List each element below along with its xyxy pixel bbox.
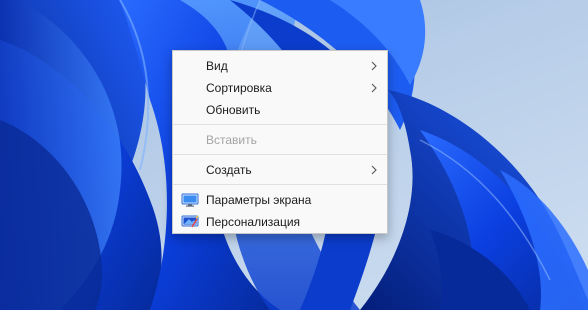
menu-separator bbox=[173, 184, 387, 185]
personalization-icon bbox=[181, 215, 199, 228]
chevron-right-icon bbox=[371, 61, 377, 71]
chevron-right-icon bbox=[371, 165, 377, 175]
menu-item-refresh[interactable]: Обновить bbox=[173, 99, 387, 121]
menu-separator bbox=[173, 124, 387, 125]
menu-item-personalization[interactable]: Персонализация bbox=[173, 211, 387, 233]
menu-item-label: Вид bbox=[206, 59, 228, 73]
menu-item-label: Вставить bbox=[206, 133, 257, 147]
chevron-right-icon bbox=[371, 83, 377, 93]
display-settings-icon bbox=[181, 193, 199, 207]
menu-separator bbox=[173, 154, 387, 155]
desktop[interactable]: Вид Сортировка Обновить Вставить Создать bbox=[0, 0, 588, 310]
menu-item-paste: Вставить bbox=[173, 129, 387, 151]
context-menu: Вид Сортировка Обновить Вставить Создать bbox=[172, 50, 388, 234]
menu-item-display-settings[interactable]: Параметры экрана bbox=[173, 189, 387, 211]
menu-item-label: Обновить bbox=[206, 103, 261, 117]
menu-item-view[interactable]: Вид bbox=[173, 55, 387, 77]
menu-item-label: Создать bbox=[206, 163, 252, 177]
menu-item-new[interactable]: Создать bbox=[173, 159, 387, 181]
menu-item-label: Персонализация bbox=[206, 215, 301, 229]
menu-item-sort[interactable]: Сортировка bbox=[173, 77, 387, 99]
menu-item-label: Сортировка bbox=[206, 81, 272, 95]
menu-item-label: Параметры экрана bbox=[206, 193, 312, 207]
